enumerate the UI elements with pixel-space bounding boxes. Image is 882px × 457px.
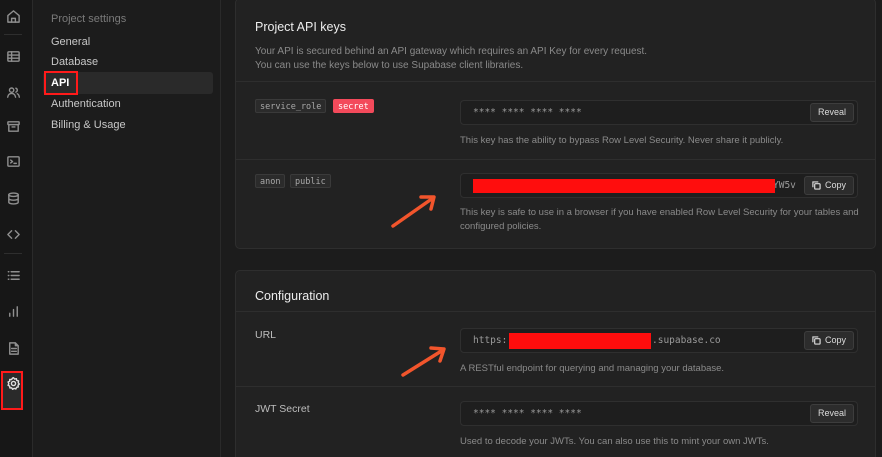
menu-item-authentication[interactable]: Authentication (51, 98, 121, 110)
icon-rail (0, 0, 33, 457)
api-keys-description-2: You can use the keys below to use Supaba… (255, 60, 524, 71)
main-content: Project API keys Your API is secured beh… (222, 0, 882, 457)
jwt-secret-value: **** **** **** **** (473, 408, 582, 419)
url-suffix: .supabase.co (652, 335, 721, 346)
jwt-secret-hint: Used to decode your JWTs. You can also u… (460, 436, 769, 447)
api-keys-card: Project API keys Your API is secured beh… (235, 0, 876, 249)
archive-icon[interactable] (2, 115, 24, 137)
configuration-title: Configuration (255, 289, 330, 303)
api-keys-description-1: Your API is secured behind an API gatewa… (255, 46, 648, 57)
public-tag: public (290, 174, 331, 188)
menu-item-billing-usage[interactable]: Billing & Usage (51, 119, 126, 131)
divider (236, 159, 875, 160)
reveal-label: Reveal (817, 408, 846, 418)
list-icon[interactable] (2, 264, 24, 286)
reveal-jwt-button[interactable]: Reveal (809, 404, 854, 423)
menu-item-database[interactable]: Database (51, 56, 98, 68)
url-label: URL (255, 329, 277, 341)
jwt-secret-label: JWT Secret (255, 403, 310, 415)
database-icon[interactable] (2, 187, 24, 209)
menu-item-general[interactable]: General (51, 36, 90, 48)
redaction-bar (473, 179, 775, 193)
secret-badge: secret (333, 99, 374, 113)
url-field[interactable]: https: .supabase.co Copy (460, 328, 858, 353)
settings-menu: Project settings General Database API Au… (33, 0, 221, 457)
copy-label: Copy (824, 180, 846, 190)
chart-icon[interactable] (2, 300, 24, 322)
home-icon[interactable] (2, 5, 24, 27)
divider (236, 81, 875, 82)
copy-icon (812, 336, 821, 345)
copy-anon-button[interactable]: Copy (803, 176, 854, 195)
copy-url-button[interactable]: Copy (803, 331, 854, 350)
reveal-label: Reveal (817, 107, 846, 117)
rail-divider (4, 253, 22, 254)
annotation-arrow-icon (391, 195, 436, 228)
divider (236, 386, 875, 387)
api-keys-title: Project API keys (255, 20, 347, 34)
redaction-bar (509, 333, 651, 349)
terminal-icon[interactable] (2, 150, 24, 172)
service-role-hint: This key has the ability to bypass Row L… (460, 135, 784, 146)
menu-heading: Project settings (51, 13, 127, 25)
copy-icon (812, 181, 821, 190)
url-prefix: https: (473, 335, 508, 346)
table-icon[interactable] (2, 45, 24, 67)
anon-key-suffix: YW5v (773, 180, 796, 191)
anon-hint: This key is safe to use in a browser if … (460, 207, 859, 232)
service-role-key-field[interactable]: **** **** **** **** Reveal (460, 100, 858, 125)
configuration-card: Configuration URL https: .supabase.co Co… (235, 270, 876, 457)
document-icon[interactable] (2, 337, 24, 359)
reveal-button[interactable]: Reveal (809, 103, 854, 122)
users-icon[interactable] (2, 81, 24, 103)
code-icon[interactable] (2, 223, 24, 245)
service-role-key-value: **** **** **** **** (473, 107, 582, 118)
gear-icon[interactable] (2, 372, 24, 394)
anon-tag: anon (255, 174, 286, 188)
copy-label: Copy (824, 335, 846, 345)
url-hint: A RESTful endpoint for querying and mana… (460, 363, 725, 374)
annotation-arrow-icon (401, 346, 446, 377)
menu-item-api[interactable]: API (44, 71, 78, 95)
divider (236, 311, 875, 312)
jwt-secret-field[interactable]: **** **** **** **** Reveal (460, 401, 858, 426)
service-role-tag: service_role (255, 99, 327, 113)
anon-key-field[interactable]: YW5v Copy (460, 173, 858, 198)
rail-divider (4, 34, 22, 35)
